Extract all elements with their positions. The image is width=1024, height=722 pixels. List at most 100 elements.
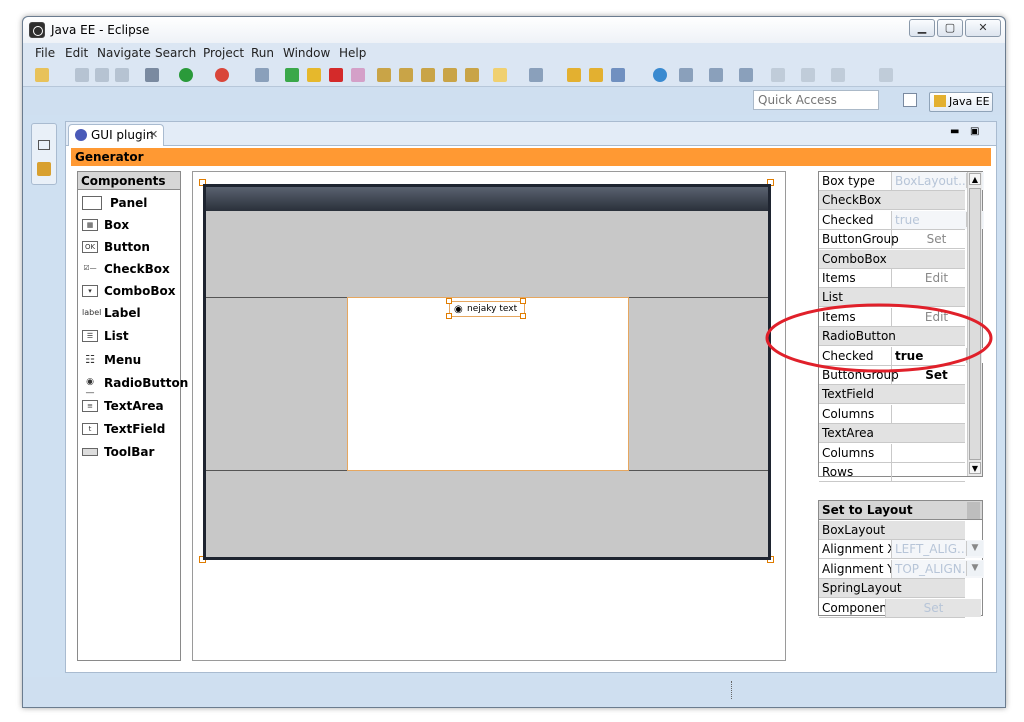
layout-panel-scroll-icon[interactable] xyxy=(967,502,980,519)
step-into-icon[interactable] xyxy=(377,68,391,82)
property-key: ButtonGroup xyxy=(822,232,899,247)
component-list[interactable]: ☰ List xyxy=(82,327,178,347)
open-perspective-icon[interactable] xyxy=(903,93,917,107)
scroll-down-icon[interactable]: ▼ xyxy=(969,462,981,474)
close-button[interactable]: ✕ xyxy=(965,19,1001,37)
component-toolbar[interactable]: ToolBar xyxy=(82,443,178,463)
radio-handle-ne[interactable] xyxy=(520,298,526,304)
property-row[interactable]: Checkedtrue▼ xyxy=(819,210,984,230)
back-arrow-icon[interactable] xyxy=(771,68,785,82)
next-edit-icon[interactable] xyxy=(831,68,845,82)
new-icon[interactable] xyxy=(35,68,49,82)
component-panel[interactable]: Panel xyxy=(82,194,178,214)
new-server-icon[interactable] xyxy=(493,68,507,82)
minimize-button[interactable]: ▁ xyxy=(909,19,935,37)
skip-breakpoints-icon[interactable] xyxy=(255,68,269,82)
radio-button-component[interactable]: ◉ nejaky text xyxy=(446,298,526,319)
layout-row[interactable]: Component Set xyxy=(819,598,981,618)
property-row[interactable]: Columns xyxy=(819,443,965,463)
menu-project[interactable]: Project xyxy=(203,46,244,60)
component-button[interactable]: OK Button xyxy=(82,238,178,258)
debug-icon[interactable] xyxy=(145,68,159,82)
jframe-preview[interactable]: ◉ nejaky text xyxy=(203,184,771,560)
property-key: Checked xyxy=(822,212,874,227)
terminate-icon[interactable] xyxy=(329,68,343,82)
suspend-icon[interactable] xyxy=(307,68,321,82)
menu-search[interactable]: Search xyxy=(155,46,196,60)
menu-window[interactable]: Window xyxy=(283,46,330,60)
component-textfield[interactable]: t TextField xyxy=(82,420,178,440)
property-row[interactable]: Rows xyxy=(819,463,965,482)
forward-arrow-icon[interactable] xyxy=(801,68,815,82)
run-icon[interactable] xyxy=(179,68,193,82)
step-over-icon[interactable] xyxy=(399,68,413,82)
quick-access-input[interactable] xyxy=(753,90,879,110)
menu-file[interactable]: File xyxy=(35,46,55,60)
scroll-up-icon[interactable]: ▲ xyxy=(969,173,981,185)
restore-icon[interactable] xyxy=(38,140,50,150)
close-tab-icon[interactable]: ✕ xyxy=(149,128,158,141)
use-step-filters-icon[interactable] xyxy=(465,68,479,82)
menu-navigate[interactable]: Navigate xyxy=(97,46,151,60)
disconnect-icon[interactable] xyxy=(351,68,365,82)
globe-icon[interactable] xyxy=(653,68,667,82)
component-textarea[interactable]: ≡ TextArea xyxy=(82,397,178,417)
properties-scrollbar[interactable]: ▲ ▼ xyxy=(967,172,982,476)
title-bar[interactable]: Java EE - Eclipse ▁ ▢ ✕ xyxy=(23,17,1005,43)
plugin-icon xyxy=(75,129,87,141)
scroll-thumb[interactable] xyxy=(969,188,981,460)
dropdown-arrow-icon[interactable]: ▼ xyxy=(966,560,983,576)
tab-gui-plugin[interactable]: GUI plugin ✕ xyxy=(68,124,164,146)
annotation-prev-icon[interactable] xyxy=(739,68,753,82)
maximize-button[interactable]: ▢ xyxy=(937,19,963,37)
save-icon[interactable] xyxy=(75,68,89,82)
radio-handle-nw[interactable] xyxy=(446,298,452,304)
print-icon[interactable] xyxy=(115,68,129,82)
pin-icon[interactable] xyxy=(879,68,893,82)
annotation-next-icon[interactable] xyxy=(709,68,723,82)
open-type-icon[interactable] xyxy=(567,68,581,82)
project-explorer-icon[interactable] xyxy=(37,162,51,176)
layout-row[interactable]: Alignment Y TOP_ALIGN... ▼ xyxy=(819,559,984,579)
drop-to-frame-icon[interactable] xyxy=(443,68,457,82)
property-row[interactable]: Items Edit xyxy=(819,307,965,327)
open-folder-icon[interactable] xyxy=(589,68,603,82)
dropdown-arrow-icon[interactable]: ▼ xyxy=(966,541,983,557)
resume-icon[interactable] xyxy=(285,68,299,82)
property-row[interactable]: Items Edit xyxy=(819,269,965,288)
menu-edit[interactable]: Edit xyxy=(65,46,88,60)
minimize-editor-icon[interactable]: ▬ xyxy=(950,126,959,137)
search-tool-icon[interactable] xyxy=(679,68,693,82)
property-row[interactable]: ButtonGroup Set xyxy=(819,230,965,250)
component-label[interactable]: label Label xyxy=(82,304,178,324)
radio-handle-sw[interactable] xyxy=(446,313,452,319)
property-key: Rows xyxy=(822,465,854,479)
design-canvas[interactable]: ◉ nejaky text xyxy=(192,171,786,661)
radio-handle-se[interactable] xyxy=(520,313,526,319)
property-key: CheckBox xyxy=(822,193,882,208)
layout-value[interactable]: Set xyxy=(885,598,981,617)
menu-help[interactable]: Help xyxy=(339,46,366,60)
component-menu[interactable]: ☷ Menu xyxy=(82,351,178,371)
external-tools-icon[interactable] xyxy=(215,68,229,82)
layout-value[interactable]: LEFT_ALIG... ▼ xyxy=(891,540,984,559)
maximize-editor-icon[interactable]: ▣ xyxy=(970,126,979,137)
layout-key: Alignment X xyxy=(822,542,896,557)
property-row[interactable]: Columns xyxy=(819,404,965,424)
layout-row[interactable]: Alignment X LEFT_ALIG... ▼ xyxy=(819,540,984,560)
save-all-icon[interactable] xyxy=(95,68,109,82)
perspective-java-ee-button[interactable]: Java EE xyxy=(929,92,993,112)
property-row[interactable]: ButtonGroup Set xyxy=(819,366,965,385)
component-box[interactable]: ▦ Box xyxy=(82,216,178,236)
new-package-icon[interactable] xyxy=(529,68,543,82)
property-row[interactable]: Checkedtrue▼ xyxy=(819,346,983,366)
center-panel[interactable]: ◉ nejaky text xyxy=(347,297,629,471)
component-combobox[interactable]: ▾ ComboBox xyxy=(82,282,178,302)
layout-value[interactable]: TOP_ALIGN... ▼ xyxy=(891,559,984,578)
pen-icon[interactable] xyxy=(611,68,625,82)
menu-run[interactable]: Run xyxy=(251,46,274,60)
property-row[interactable]: Box typeBoxLayout...▼ xyxy=(819,172,984,191)
component-checkbox[interactable]: ☑— CheckBox xyxy=(82,260,178,280)
component-radiobutton[interactable]: ◉— RadioButton xyxy=(82,374,189,398)
step-return-icon[interactable] xyxy=(421,68,435,82)
